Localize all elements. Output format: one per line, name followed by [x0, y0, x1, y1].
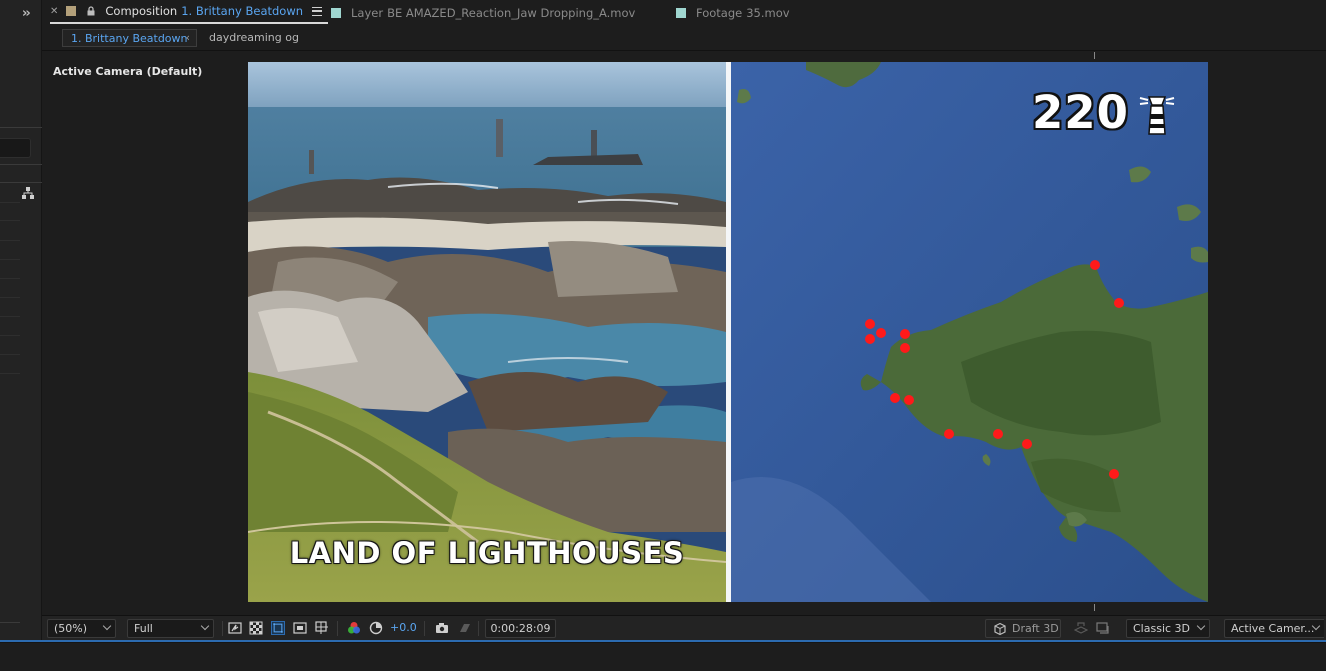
resolution-select[interactable]: Full [127, 619, 214, 638]
breadcrumb-current-comp[interactable]: 1. Brittany Beatdown ‹ [62, 29, 197, 47]
timecode-value: 0:00:28:09 [490, 622, 551, 635]
toolbar-divider [222, 621, 223, 636]
satellite-map [731, 62, 1208, 602]
tab-composition[interactable]: ✕ Composition 1. Brittany Beatdown [50, 0, 329, 24]
panel-divider [0, 164, 42, 165]
tab-footage[interactable]: Footage 35.mov [676, 0, 790, 26]
extended-viewer-icon[interactable] [1074, 621, 1088, 635]
layer-row[interactable] [0, 259, 20, 260]
toolbar-divider [337, 621, 338, 636]
reset-exposure-icon[interactable] [369, 621, 383, 635]
tab-footage-name: 35.mov [746, 6, 790, 20]
ruler-tick [1094, 52, 1095, 59]
chevron-down-icon [102, 621, 112, 631]
chevron-left-icon[interactable]: ‹ [186, 31, 190, 44]
close-tab-icon[interactable]: ✕ [50, 6, 58, 17]
hierarchy-icon[interactable] [21, 186, 35, 200]
renderer-select[interactable]: Classic 3D [1126, 619, 1210, 638]
draft-3d-icon [994, 622, 1006, 636]
tab-composition-name: 1. Brittany Beatdown [181, 4, 304, 18]
composition-frame[interactable]: LAND OF LIGHTHOUSES 220 [248, 62, 1208, 602]
lock-icon[interactable] [86, 6, 96, 16]
layer-row[interactable] [0, 297, 20, 298]
layer-row[interactable] [0, 220, 20, 221]
fast-previews-icon[interactable] [228, 621, 242, 635]
coastline-photo [248, 62, 726, 602]
timeline-panel-edge [0, 640, 1326, 671]
breadcrumb-label: 1. Brittany Beatdown [71, 31, 188, 45]
snapshot-camera-icon[interactable] [435, 621, 449, 635]
magnification-value: (50%) [54, 622, 88, 635]
current-time-display[interactable]: 0:00:28:09 [485, 619, 556, 638]
layer-row[interactable] [0, 316, 20, 317]
video-caption: LAND OF LIGHTHOUSES [289, 536, 685, 570]
breadcrumb-nested-comp[interactable]: daydreaming og [209, 31, 299, 44]
mask-path-visibility-icon[interactable] [271, 621, 285, 635]
exposure-value[interactable]: +0.0 [390, 621, 417, 634]
lighthouse-icon [1139, 96, 1175, 135]
3d-view-select[interactable]: Active Camer... [1224, 619, 1324, 638]
show-snapshot-icon[interactable] [458, 621, 472, 635]
project-panel-collapsed: ›› [0, 0, 42, 640]
tab-layer-name: BE AMAZED_Reaction_Jaw Dropping_A.mov [387, 6, 636, 20]
layer-row[interactable] [0, 202, 20, 203]
resolution-value: Full [134, 622, 153, 635]
panel-search-field[interactable] [0, 138, 31, 158]
3d-view-value: Active Camer... [1231, 622, 1315, 635]
label-color-swatch [331, 8, 341, 18]
label-color-swatch [66, 6, 77, 16]
tab-layer[interactable]: Layer BE AMAZED_Reaction_Jaw Dropping_A.… [331, 0, 635, 26]
lighthouse-count: 220 [1032, 86, 1129, 139]
layer-row[interactable] [0, 335, 20, 336]
composition-breadcrumb: 1. Brittany Beatdown ‹ daydreaming og [42, 26, 1326, 51]
chevron-down-icon [200, 621, 210, 631]
toolbar-divider [424, 621, 425, 636]
grid-guides-icon[interactable] [315, 621, 329, 635]
transparency-grid-icon[interactable] [249, 621, 263, 635]
magnification-select[interactable]: (50%) [47, 619, 116, 638]
renderer-value: Classic 3D [1133, 622, 1191, 635]
ruler-tick [1094, 604, 1095, 611]
chevron-down-icon [1196, 621, 1206, 631]
layer-row[interactable] [0, 240, 20, 241]
panel-divider [0, 622, 20, 623]
3d-ground-plane-icon[interactable] [1096, 621, 1110, 635]
viewer-tab-bar: ✕ Composition 1. Brittany Beatdown Layer… [42, 0, 1326, 26]
panel-divider [0, 127, 42, 128]
region-of-interest-icon[interactable] [293, 621, 307, 635]
viewer-toolbar: (50%) Full +0.0 0:00:28:09 Draft 3D Clas… [42, 615, 1326, 640]
layer-row[interactable] [0, 278, 20, 279]
expand-panels-icon[interactable]: ›› [22, 6, 31, 21]
active-camera-label: Active Camera (Default) [53, 65, 203, 78]
panel-divider [0, 182, 42, 183]
tab-kind-label: Composition [105, 4, 178, 18]
toolbar-divider [478, 621, 479, 636]
composition-viewer[interactable]: Active Camera (Default) LAND OF LIGHTHOU… [42, 52, 1326, 614]
color-channels-icon[interactable] [347, 621, 361, 635]
draft-3d-label: Draft 3D [1012, 622, 1059, 635]
layer-row[interactable] [0, 354, 20, 355]
label-color-swatch [676, 8, 686, 18]
draft-3d-toggle[interactable]: Draft 3D [985, 619, 1061, 638]
tab-kind-label: Layer [351, 6, 384, 20]
layer-row[interactable] [0, 373, 20, 374]
tab-kind-label: Footage [696, 6, 743, 20]
panel-menu-icon[interactable] [312, 6, 323, 16]
